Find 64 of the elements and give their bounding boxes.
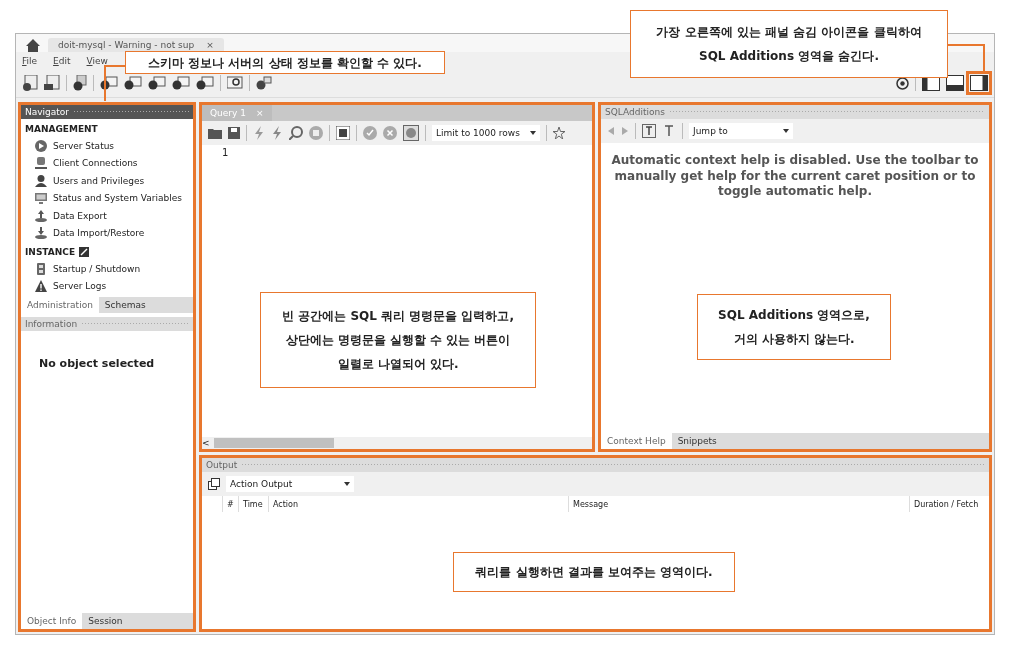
navigator-item[interactable]: Server Status <box>53 140 115 151</box>
caret-icon <box>344 482 350 486</box>
save-icon[interactable] <box>228 127 240 139</box>
info-icon[interactable] <box>73 75 87 91</box>
caret-icon <box>783 129 789 133</box>
annotation-callout: 쿼리를 실행하면 결과를 보여주는 영역이다. <box>453 552 735 592</box>
annotation-callout: 가장 오른쪽에 있는 패널 숨김 아이콘을 클릭하여 SQL Additions 영역을 숨긴다. <box>630 10 948 78</box>
line-number: 1 <box>222 147 229 158</box>
scroll-left-arrow[interactable]: < <box>202 438 210 448</box>
section-heading: MANAGEMENT <box>25 124 98 134</box>
folder-icon[interactable] <box>208 127 222 139</box>
search-table-icon[interactable] <box>227 76 243 90</box>
export-icon <box>35 209 47 222</box>
autocommit-icon[interactable] <box>403 125 419 141</box>
settings-icon[interactable] <box>896 76 909 90</box>
output-toggle-icon[interactable] <box>946 75 964 91</box>
limit-dropdown[interactable]: Limit to 1000 rows <box>432 125 540 141</box>
navigator-item[interactable]: Client Connections <box>53 158 138 169</box>
panel-title: Output <box>206 460 238 470</box>
navigator-item[interactable]: Startup / Shutdown <box>53 263 141 274</box>
new-sql-file-icon[interactable] <box>22 75 38 91</box>
jump-to-dropdown[interactable]: Jump to <box>689 123 793 139</box>
check-icon[interactable] <box>363 126 377 140</box>
annotation-callout: 스키마 정보나 서버의 상태 정보를 확인할 수 있다. <box>125 51 445 74</box>
import-icon <box>35 227 47 240</box>
star-icon[interactable] <box>553 127 565 139</box>
play-icon <box>35 139 47 152</box>
panel-tab[interactable]: Context Help <box>601 433 672 449</box>
output-type-dropdown[interactable]: Action Output <box>226 476 354 492</box>
help-message: Automatic context help is disabled. Use the toolbar to manually get help for the current caret position or to toggle automatic help. <box>610 152 980 200</box>
connection-tab[interactable]: doit-mysql - Warning - not sup × <box>48 38 224 52</box>
menu-item[interactable]: View <box>86 55 108 66</box>
home-icon[interactable] <box>26 39 40 52</box>
annotation-callout: SQL Additions 영역으로, 거의 사용하지 않는다. <box>697 294 891 360</box>
panel-title: Navigator <box>25 107 70 117</box>
lightning-cursor-icon[interactable] <box>271 126 283 140</box>
open-sql-file-icon[interactable] <box>44 75 60 91</box>
menu-item[interactable]: Edit <box>53 55 71 66</box>
navigator-item[interactable]: Data Export <box>53 210 107 221</box>
auto-help-icon[interactable] <box>642 124 656 138</box>
caret-icon <box>530 131 536 135</box>
navigator-item[interactable]: Status and System Variables <box>53 193 182 204</box>
reconnect-icon[interactable] <box>256 76 272 90</box>
copy-icon[interactable] <box>208 478 220 490</box>
annotation-callout: 빈 공간에는 SQL 쿼리 명령문을 입력하고, 상단에는 명령문을 실행할 수 있는 버튼이 일렬로 나열되어 있다. <box>260 292 536 388</box>
navigator-item[interactable]: Users and Privileges <box>53 175 145 186</box>
warning-icon <box>35 280 47 293</box>
switch-icon <box>35 262 47 275</box>
user-icon <box>35 174 47 187</box>
toggle-output-icon[interactable] <box>336 126 350 140</box>
menu-item[interactable]: File <box>22 55 38 66</box>
navigator-item[interactable]: Data Import/Restore <box>53 228 145 239</box>
magnifier-icon[interactable] <box>289 126 303 140</box>
panel-title: Information <box>25 319 78 329</box>
monitor-icon <box>35 192 47 205</box>
panel-title: SQLAdditions <box>605 107 665 117</box>
info-message: No object selected <box>39 357 155 370</box>
scrollbar-thumb[interactable] <box>213 438 334 448</box>
panel-tab[interactable]: Object Info <box>21 613 83 629</box>
server-icon <box>35 157 47 170</box>
secondary-sidebar-toggle-icon[interactable] <box>970 75 988 91</box>
navigator-item[interactable]: Server Logs <box>53 281 107 292</box>
section-heading: INSTANCE <box>25 247 76 257</box>
panel-tab[interactable]: Administration <box>21 297 99 313</box>
